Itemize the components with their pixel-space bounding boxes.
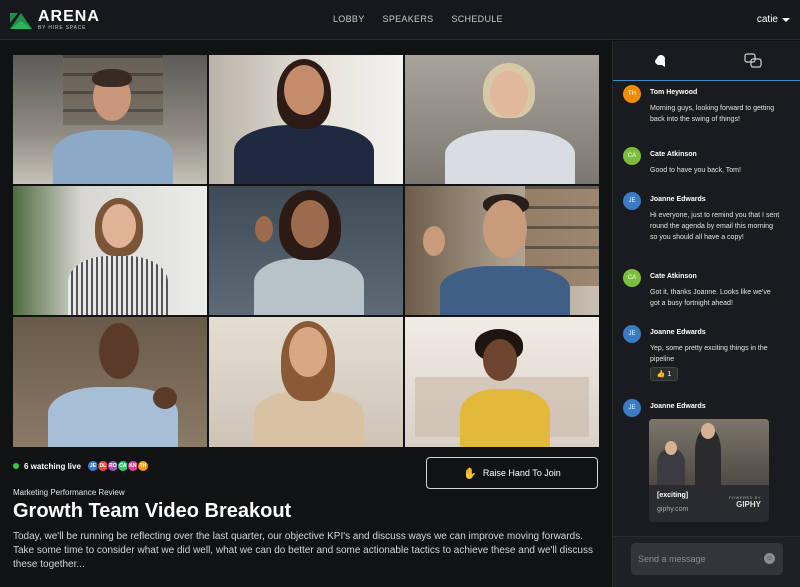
chat-bubbles-icon bbox=[654, 54, 665, 67]
video-grid bbox=[13, 55, 599, 447]
message-author: Joanne Edwards bbox=[650, 196, 706, 203]
avatar: TH bbox=[623, 85, 641, 103]
video-tile[interactable] bbox=[13, 186, 207, 315]
nav-speakers[interactable]: SPEAKERS bbox=[383, 14, 434, 24]
watching-count: 6 watching live bbox=[24, 461, 81, 471]
video-tile[interactable] bbox=[209, 317, 403, 447]
avatar: JE bbox=[623, 192, 641, 210]
message-author: Cate Atkinson bbox=[650, 273, 697, 280]
nav-lobby[interactable]: LOBBY bbox=[333, 14, 365, 24]
message-author: Cate Atkinson bbox=[650, 151, 697, 158]
avatar: CA bbox=[623, 269, 641, 287]
panel-tabs bbox=[613, 41, 800, 81]
gif-card[interactable]: [exciting] giphy.com POWERED BY GIPHY bbox=[649, 419, 769, 522]
video-tile[interactable] bbox=[209, 55, 403, 184]
gif-caption: [exciting] bbox=[657, 492, 689, 499]
viewer-avatars[interactable]: JE DL RO CA KN TH bbox=[86, 460, 149, 472]
video-tile[interactable] bbox=[405, 55, 599, 184]
logo[interactable]: ARENA BY HIRE SPACE bbox=[10, 9, 100, 31]
message-text: Yep, some pretty exciting things in the … bbox=[650, 345, 768, 363]
avatar: CA bbox=[623, 147, 641, 165]
message-text: Morning guys, looking forward to getting… bbox=[650, 105, 775, 123]
video-tile[interactable] bbox=[405, 186, 599, 315]
logo-subtitle: BY HIRE SPACE bbox=[38, 25, 87, 31]
video-tile[interactable] bbox=[405, 317, 599, 447]
avatar: TH bbox=[136, 460, 149, 472]
chevron-down-icon bbox=[782, 17, 790, 22]
reaction-count: 1 bbox=[667, 370, 672, 378]
user-name: catie bbox=[756, 14, 778, 25]
session-title: Growth Team Video Breakout bbox=[13, 500, 292, 522]
gif-source[interactable]: giphy.com bbox=[657, 506, 688, 513]
tab-qa[interactable] bbox=[707, 41, 800, 80]
thumbs-up-icon: 👍 bbox=[656, 371, 666, 378]
raise-hand-button[interactable]: ✋ Raise Hand To Join bbox=[426, 457, 598, 489]
message-composer: ☺ bbox=[613, 536, 800, 587]
reaction-badge[interactable]: 👍 1 bbox=[650, 367, 678, 381]
session-description: Today, we'll be running be reflecting ov… bbox=[13, 531, 593, 570]
gif-image bbox=[649, 419, 769, 485]
raise-hand-label: Raise Hand To Join bbox=[482, 468, 561, 478]
nav-schedule[interactable]: SCHEDULE bbox=[451, 14, 502, 24]
message-text: Got it, thanks Joanne. Looks like we've … bbox=[650, 289, 771, 307]
chat-panel: TH Tom Heywood Morning guys, looking for… bbox=[612, 41, 800, 587]
message-text: Hi everyone, just to remind you that I s… bbox=[650, 212, 780, 241]
avatar: JE bbox=[623, 325, 641, 343]
avatar: JE bbox=[623, 399, 641, 417]
message-text: Good to have you back, Tom! bbox=[650, 167, 741, 174]
video-tile[interactable] bbox=[13, 317, 207, 447]
live-dot-icon bbox=[13, 463, 19, 469]
main-nav: LOBBY SPEAKERS SCHEDULE bbox=[333, 14, 503, 24]
message-author: Tom Heywood bbox=[650, 89, 698, 96]
session-subtitle: Marketing Performance Review bbox=[13, 488, 125, 497]
video-tile[interactable] bbox=[209, 186, 403, 315]
watching-live: 6 watching live JE DL RO CA KN TH bbox=[13, 460, 149, 472]
tab-chat[interactable] bbox=[613, 41, 707, 80]
chat-messages: TH Tom Heywood Morning guys, looking for… bbox=[613, 85, 800, 535]
message-author: Joanne Edwards bbox=[650, 329, 706, 336]
hand-icon: ✋ bbox=[463, 467, 477, 480]
user-menu[interactable]: catie bbox=[757, 14, 790, 25]
top-bar: ARENA BY HIRE SPACE LOBBY SPEAKERS SCHED… bbox=[0, 0, 800, 40]
video-tile[interactable] bbox=[13, 55, 207, 184]
arena-logo-icon bbox=[10, 9, 32, 31]
giphy-brand: GIPHY bbox=[736, 500, 761, 509]
logo-title: ARENA bbox=[38, 8, 100, 25]
message-input[interactable] bbox=[631, 543, 783, 575]
qa-icon bbox=[744, 52, 762, 68]
message-author: Joanne Edwards bbox=[650, 403, 706, 410]
emoji-icon[interactable]: ☺ bbox=[764, 553, 775, 564]
giphy-logo: POWERED BY GIPHY bbox=[729, 495, 761, 509]
